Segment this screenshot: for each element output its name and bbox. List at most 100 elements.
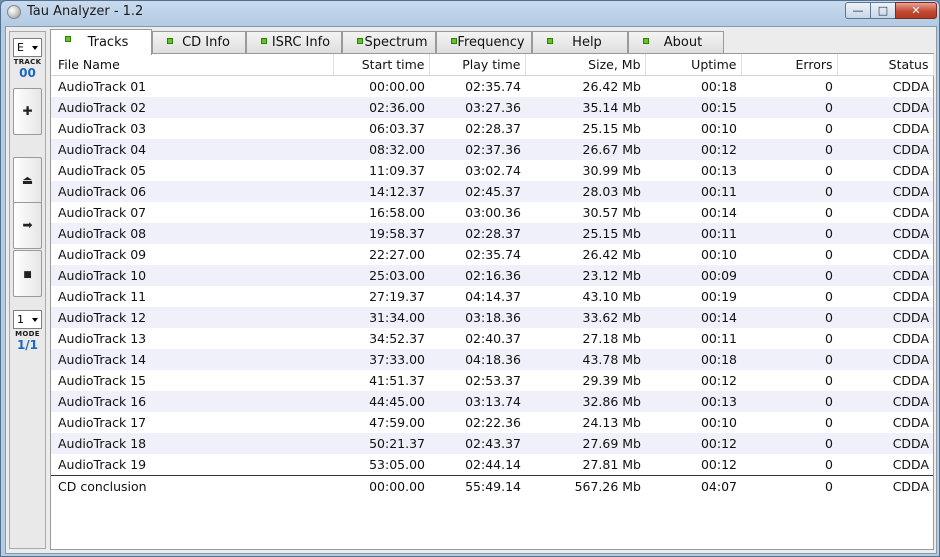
column-header-file-name[interactable]: File Name	[51, 54, 334, 76]
status-cell: CDDA	[837, 433, 933, 454]
table-row[interactable]: AudioTrack 17 47:59.00 02:22.36 24.13 Mb 00:…	[51, 412, 933, 433]
column-header-start-time[interactable]: Start time	[333, 54, 430, 76]
tab-help[interactable]: Help	[532, 31, 628, 53]
play-time-cell: 03:02.74	[465, 163, 521, 178]
play-time-cell: 03:27.36	[429, 97, 525, 118]
start-time-cell: 00:00.00	[369, 79, 425, 94]
add-button[interactable]: ✚	[13, 88, 42, 135]
column-header-uptime[interactable]: Uptime	[645, 54, 742, 76]
table-row[interactable]: AudioTrack 11 27:19.37 04:14.37 43.10 Mb 00:…	[51, 286, 933, 307]
mode-select[interactable]: 1	[13, 310, 42, 329]
table-row[interactable]: AudioTrack 18 50:21.37 02:43.37 27.69 Mb 00:…	[51, 433, 933, 454]
eject-icon: ⏏	[21, 173, 34, 187]
table-row[interactable]: AudioTrack 09 22:27.00 02:35.74 26.42 Mb 00:…	[51, 244, 933, 265]
size-cell: 26.42 Mb	[582, 247, 641, 262]
file-name-cell: AudioTrack 10	[51, 265, 333, 286]
uptime-cell: 00:10	[700, 247, 737, 262]
tab-label: ISRC Info	[271, 35, 331, 50]
tab-cd-info[interactable]: CD Info	[152, 31, 246, 53]
table-row[interactable]: AudioTrack 13 34:52.37 02:40.37 27.18 Mb 00:…	[51, 328, 933, 349]
status-cell: CDDA	[892, 289, 929, 304]
tab-tracks[interactable]: Tracks	[50, 29, 152, 55]
file-name-cell: AudioTrack 06	[51, 181, 333, 202]
uptime-cell: 00:14	[700, 205, 737, 220]
column-header-size[interactable]: Size, Mb	[525, 54, 646, 76]
file-name-cell: AudioTrack 18	[51, 433, 333, 454]
errors-cell: 0	[741, 433, 837, 454]
start-time-cell: 25:03.00	[333, 265, 429, 286]
table-row[interactable]: AudioTrack 04 08:32.00 02:37.36 26.67 Mb 00:…	[51, 139, 933, 160]
play-time-cell: 02:53.37	[465, 373, 521, 388]
size-cell: 28.03 Mb	[525, 181, 645, 202]
status-cell: CDDA	[892, 163, 929, 178]
table-row[interactable]: AudioTrack 07 16:58.00 03:00.36 30.57 Mb 00:…	[51, 202, 933, 223]
start-time-cell: 22:27.00	[369, 247, 425, 262]
start-time-cell: 02:36.00	[333, 97, 429, 118]
column-header-play-time[interactable]: Play time	[429, 54, 526, 76]
table-row[interactable]: AudioTrack 06 14:12.37 02:45.37 28.03 Mb 00:…	[51, 181, 933, 202]
tab-spectrum[interactable]: Spectrum	[342, 31, 436, 53]
tracks-grid[interactable]: File Name Start time Play time Size, Mb …	[50, 53, 934, 550]
errors-cell: 0	[825, 457, 833, 472]
summary-uptime-cell: 04:07	[645, 475, 741, 497]
table-row[interactable]: AudioTrack 01 00:00.00 02:35.74 26.42 Mb 00:…	[51, 76, 933, 98]
play-time-cell: 02:28.37	[465, 121, 521, 136]
size-cell: 29.39 Mb	[582, 373, 641, 388]
minimize-button[interactable]: —	[845, 2, 871, 19]
uptime-cell: 00:14	[645, 307, 741, 328]
plus-icon: ✚	[22, 104, 33, 118]
title-bar[interactable]: Tau Analyzer - 1.2 — □ ✕	[1, 1, 939, 25]
uptime-cell: 00:13	[645, 391, 741, 412]
chevron-down-icon	[32, 318, 38, 322]
errors-cell: 0	[741, 97, 837, 118]
table-row[interactable]: AudioTrack 16 44:45.00 03:13.74 32.86 Mb 00:…	[51, 391, 933, 412]
status-cell: CDDA	[892, 79, 929, 94]
table-row[interactable]: AudioTrack 10 25:03.00 02:16.36 23.12 Mb 00:…	[51, 265, 933, 286]
column-header-errors[interactable]: Errors	[741, 54, 838, 76]
table-row[interactable]: AudioTrack 02 02:36.00 03:27.36 35.14 Mb 00:…	[51, 97, 933, 118]
status-cell: CDDA	[892, 415, 929, 430]
table-row[interactable]: AudioTrack 19 53:05.00 02:44.14 27.81 Mb 00:…	[51, 454, 933, 476]
tab-frequency[interactable]: Frequency	[436, 31, 532, 53]
file-name-cell: AudioTrack 08	[51, 223, 333, 244]
summary-row[interactable]: CD conclusion 00:00.00 55:49.14 567.26 Mb 04…	[51, 475, 933, 497]
tab-isrc-info[interactable]: ISRC Info	[246, 31, 342, 53]
uptime-cell: 00:12	[700, 457, 737, 472]
table-row[interactable]: AudioTrack 14 37:33.00 04:18.36 43.78 Mb 00:…	[51, 349, 933, 370]
status-cell: CDDA	[892, 205, 929, 220]
table-row[interactable]: AudioTrack 12 31:34.00 03:18.36 33.62 Mb 00:…	[51, 307, 933, 328]
tab-about[interactable]: About	[628, 31, 724, 53]
status-cell: CDDA	[892, 331, 929, 346]
start-time-cell: 19:58.37	[333, 223, 429, 244]
eject-button[interactable]: ⏏	[13, 157, 42, 204]
summary-size-cell: 567.26 Mb	[525, 475, 645, 497]
status-cell: CDDA	[892, 247, 929, 262]
close-button[interactable]: ✕	[895, 2, 937, 19]
size-cell: 26.67 Mb	[525, 139, 645, 160]
errors-cell: 0	[741, 223, 837, 244]
table-row[interactable]: AudioTrack 05 11:09.37 03:02.74 30.99 Mb 00:…	[51, 160, 933, 181]
maximize-button[interactable]: □	[870, 2, 896, 19]
drive-select[interactable]: E	[13, 38, 42, 57]
stop-button[interactable]: ■	[13, 250, 42, 297]
errors-cell: 0	[825, 205, 833, 220]
uptime-cell: 00:15	[645, 97, 741, 118]
table-row[interactable]: AudioTrack 03 06:03.37 02:28.37 25.15 Mb 00:…	[51, 118, 933, 139]
file-name-cell: AudioTrack 05	[58, 163, 147, 178]
start-time-cell: 31:34.00	[333, 307, 429, 328]
file-name-cell: AudioTrack 13	[58, 331, 147, 346]
play-button[interactable]: ➡	[13, 202, 42, 249]
size-cell: 27.69 Mb	[525, 433, 645, 454]
track-label: TRACK	[13, 58, 42, 66]
status-cell: CDDA	[892, 373, 929, 388]
table-row[interactable]: AudioTrack 08 19:58.37 02:28.37 25.15 Mb 00:…	[51, 223, 933, 244]
file-name-cell: AudioTrack 16	[51, 391, 333, 412]
tab-bar: Tracks CD Info ISRC Info Spectrum Freque…	[50, 29, 934, 55]
play-time-cell: 02:35.74	[465, 79, 521, 94]
uptime-cell: 00:18	[700, 79, 737, 94]
play-time-cell: 03:00.36	[465, 205, 521, 220]
table-row[interactable]: AudioTrack 15 41:51.37 02:53.37 29.39 Mb 00:…	[51, 370, 933, 391]
start-time-cell: 14:12.37	[333, 181, 429, 202]
column-header-status[interactable]: Status	[837, 54, 934, 76]
status-cell: CDDA	[837, 223, 933, 244]
